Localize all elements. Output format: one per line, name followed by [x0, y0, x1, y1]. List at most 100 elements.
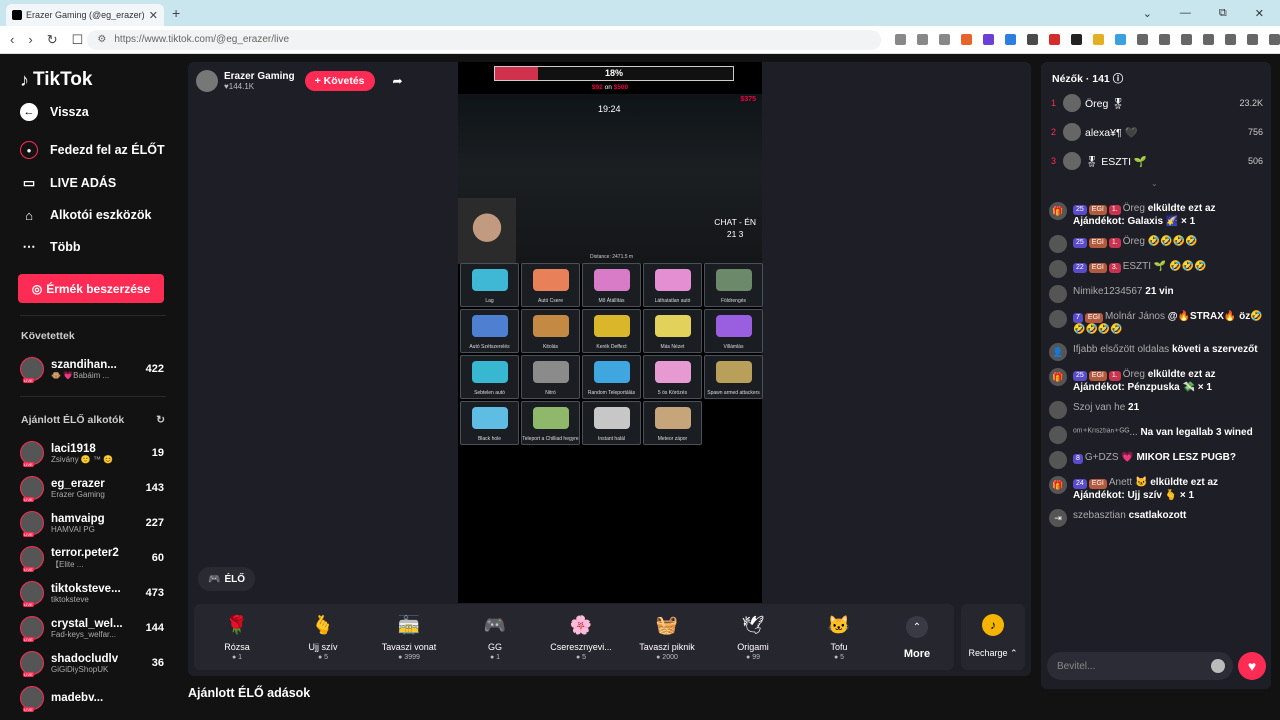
top-viewer[interactable]: 2 alexa¥¶ 🖤 756 — [1051, 121, 1263, 143]
refresh-icon[interactable]: ↻ — [156, 414, 165, 426]
top-viewer[interactable]: 1 Öreg 🎖 23.2K — [1051, 92, 1263, 114]
chat-username[interactable]: Szoj van he — [1073, 402, 1125, 413]
following-account[interactable]: szandihan...🐵 💗Babáim ... 422 — [20, 353, 164, 385]
chat-username[interactable]: ESZTI 🌱 — [1123, 261, 1167, 272]
recommended-account[interactable]: crystal_wel...Fad-keys_welfar... 144 — [20, 612, 164, 644]
gift-item[interactable]: 🌹 Rózsa ● 1 — [194, 604, 280, 670]
user-follow-icon: 👤 — [1049, 343, 1067, 361]
chat-username[interactable]: Anett 🐱 — [1109, 477, 1148, 488]
vpn-icon[interactable] — [1247, 34, 1258, 45]
chat-message[interactable]: 8 G+DZS 💗 MIKOR LESZ PUGB? — [1049, 451, 1263, 469]
sidebar-icon[interactable] — [1203, 34, 1214, 45]
chat-message[interactable]: 22 EGI 3. ESZTI 🌱 🤣🤣🤣 — [1049, 260, 1263, 278]
nav-creator-tools[interactable]: ⌂ Alkotói eszközök — [20, 206, 151, 224]
recommended-account[interactable]: madebv... — [20, 682, 164, 714]
avatar — [20, 476, 44, 502]
forward-arrow-icon[interactable]: › — [28, 32, 32, 48]
nav-explore-live[interactable]: ● Fedezd fel az ÉLŐT — [20, 141, 165, 159]
emoji-icon[interactable] — [1211, 659, 1225, 673]
chat-message[interactable]: ᵒᵐ⁺ᴷʳᶦˢᶻᵗᶦᵃⁿ⁺ᴳᴳ... Na van legallab 3 win… — [1049, 426, 1263, 444]
nav-more[interactable]: ⋯ Több — [20, 238, 81, 256]
zoom-icon[interactable] — [917, 34, 928, 45]
recommended-account[interactable]: tiktoksteve...tiktoksteve 473 — [20, 577, 164, 609]
chat-username[interactable]: Öreg — [1123, 203, 1145, 214]
bookmark-icon[interactable]: ☐ — [72, 32, 84, 48]
chat-message[interactable]: ⇥ szebasztian csatlakozott — [1049, 509, 1263, 527]
chat-username[interactable]: Ifjabb elsőzött oldalas — [1073, 344, 1169, 355]
chat-username[interactable]: ᵒᵐ⁺ᴷʳᶦˢᶻᵗᶦᵃⁿ⁺ᴳᴳ... — [1073, 427, 1138, 438]
viewer-count[interactable]: Nézők · 141 ⓘ — [1052, 71, 1123, 86]
chat-input[interactable]: Bevitel... — [1047, 652, 1233, 680]
brave-shield-icon[interactable] — [961, 34, 972, 45]
tab-search-icon[interactable]: ⌄ — [1143, 7, 1152, 20]
chat-message[interactable]: 🎁 25 EGI 1. Öreg elküldte ezt az Ajándékot: … — [1049, 368, 1263, 394]
hls-icon[interactable] — [1049, 34, 1060, 45]
streamer-avatar[interactable] — [196, 70, 218, 92]
live-video[interactable]: 18% $92 on $500 19:24 $375 CHAT - ÉN 21 … — [458, 62, 763, 603]
chat-message[interactable]: 7 EGI Molnár János @🔥STRAX🔥 öz🤣🤣🤣🤣🤣 — [1049, 310, 1263, 336]
close-window-button[interactable]: ✕ — [1255, 7, 1264, 20]
site-info-icon[interactable]: ⚙ — [97, 34, 106, 45]
recommended-account[interactable]: shadocludlvGiGiDiyShopUK 36 — [20, 647, 164, 679]
wallet-icon[interactable] — [1225, 34, 1236, 45]
extension-icon[interactable] — [1137, 34, 1148, 45]
live-badge[interactable]: 🎮 ÉLŐ — [198, 567, 256, 591]
gift-item[interactable]: 🐱 Tofu ● 5 — [796, 604, 882, 670]
user-badge: 1. — [1108, 238, 1121, 248]
chevron-down-icon[interactable]: ⌄ — [1151, 179, 1158, 188]
gift-item[interactable]: 🧺 Tavaszi piknik ● 2000 — [624, 604, 710, 670]
recommended-account[interactable]: eg_erazerErazer Gaming 143 — [20, 472, 164, 504]
tiktok-logo[interactable]: ♪ TikTok — [20, 69, 92, 91]
maximize-button[interactable]: ⧉ — [1219, 7, 1227, 20]
like-heart-button[interactable]: ♥ — [1238, 652, 1266, 680]
gift-item[interactable]: 🚋 Tavaszi vonat ● 3999 — [366, 604, 452, 670]
extension-icon[interactable] — [1115, 34, 1126, 45]
extension-icon[interactable] — [1093, 34, 1104, 45]
gift-item[interactable]: 🎮 GG ● 1 — [452, 604, 538, 670]
chat-message[interactable]: 25 EGI 1. Öreg 🤣🤣🤣🤣 — [1049, 235, 1263, 253]
chat-message[interactable]: 👤 Ifjabb elsőzött oldalas követi a szerve… — [1049, 343, 1263, 361]
browser-tabbar: Erazer Gaming (@eg_erazer) | ✕ + ⌄ — ⧉ ✕ — [0, 0, 1280, 26]
chat-message[interactable]: 🎁 25 EGI 1. Öreg elküldte ezt az Ajándékot: … — [1049, 202, 1263, 228]
reload-icon[interactable]: ↻ — [47, 32, 58, 48]
browser-tab[interactable]: Erazer Gaming (@eg_erazer) | ✕ — [6, 4, 164, 26]
chat-username[interactable]: Öreg — [1123, 369, 1145, 380]
recommended-account[interactable]: terror.peter2【Elite ... 60 — [20, 542, 164, 574]
chat-message[interactable]: Szoj van he 21 — [1049, 401, 1263, 419]
more-gifts-button[interactable]: ⌃ More — [882, 604, 952, 670]
follow-button[interactable]: + Követés — [304, 71, 375, 91]
new-tab-button[interactable]: + — [172, 5, 180, 21]
gift-item[interactable]: 🕊 Origami ● 99 — [710, 604, 796, 670]
share-icon[interactable]: ➦ — [393, 74, 403, 88]
gift-item[interactable]: 🌸 Cseresznyevi... ● 5 — [538, 604, 624, 670]
chat-username[interactable]: Nimike1234567 — [1073, 286, 1143, 297]
gift-item[interactable]: 🫰 Ujj szív ● 5 — [280, 604, 366, 670]
window-controls: ⌄ — ⧉ ✕ — [1143, 0, 1280, 26]
nav-live-broadcast[interactable]: ▭ LIVE ADÁS — [20, 174, 116, 192]
tab-close-icon[interactable]: ✕ — [149, 9, 158, 22]
address-bar[interactable]: ⚙ https://www.tiktok.com/@eg_erazer/live — [87, 29, 881, 50]
back-button[interactable]: ← Vissza — [20, 103, 89, 121]
extension-icon[interactable] — [895, 34, 906, 45]
share-icon[interactable] — [939, 34, 950, 45]
translate-icon[interactable] — [1005, 34, 1016, 45]
extension-icon[interactable] — [1027, 34, 1038, 45]
puzzle-icon[interactable] — [1159, 34, 1170, 45]
recommended-account[interactable]: hamvaipgHAMVAI PG 227 — [20, 507, 164, 539]
chat-message[interactable]: Nimike1234567 21 vin — [1049, 285, 1263, 303]
top-viewer[interactable]: 3 🎖 ESZTI 🌱 506 — [1051, 150, 1263, 172]
extension-icon[interactable] — [1071, 34, 1082, 45]
get-coins-button[interactable]: ◎ Érmék beszerzése — [18, 274, 164, 303]
chat-username[interactable]: Molnár János — [1105, 311, 1165, 322]
chat-username[interactable]: szebasztian — [1073, 510, 1126, 521]
triangle-extension-icon[interactable] — [983, 34, 994, 45]
minimize-button[interactable]: — — [1180, 7, 1191, 19]
music-icon[interactable] — [1181, 34, 1192, 45]
recharge-button[interactable]: ♪ Recharge ⌃ — [961, 604, 1025, 670]
chat-username[interactable]: Öreg — [1123, 236, 1145, 247]
back-arrow-icon[interactable]: ‹ — [10, 32, 14, 48]
menu-icon[interactable] — [1269, 34, 1280, 45]
chat-message[interactable]: 🎁 24 EGI Anett 🐱 elküldte ezt az Ajándékot:… — [1049, 476, 1263, 502]
recommended-account[interactable]: laci1918Zsivány 🙂 ™ 😊 19 — [20, 437, 164, 469]
chat-username[interactable]: G+DZS 💗 — [1085, 452, 1134, 463]
